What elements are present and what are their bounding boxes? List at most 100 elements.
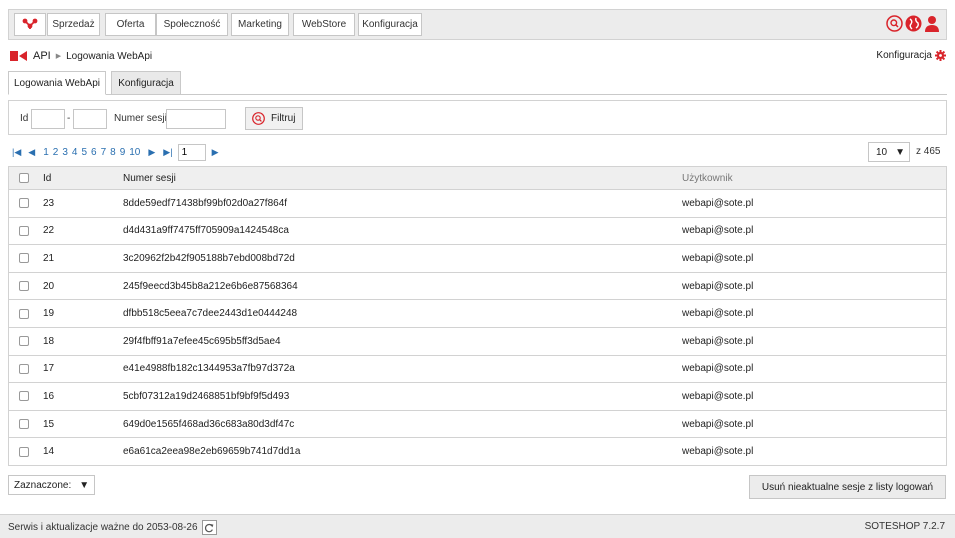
config-link[interactable]: Konfiguracja xyxy=(876,50,946,61)
home-logo-button[interactable] xyxy=(14,13,46,36)
table-row[interactable]: 15 649d0e1565f468ad36c683a80d3df47c weba… xyxy=(9,410,946,439)
table-row[interactable]: 20 245f9eecd3b45b8a212e6b6e87568364 weba… xyxy=(9,272,946,301)
page-link[interactable]: 6 xyxy=(91,147,97,158)
page-link[interactable]: 1 xyxy=(43,147,49,158)
row-checkbox[interactable] xyxy=(19,218,29,245)
row-session[interactable]: 29f4fbff91a7efee45c695b5ff3d5ae4 xyxy=(123,328,281,355)
nav-item-sprzedaz[interactable]: Sprzedaż xyxy=(47,13,100,36)
row-user: webapi@sote.pl xyxy=(682,418,754,430)
row-id: 23 xyxy=(43,197,55,209)
filter-button-label: Filtruj xyxy=(271,113,296,124)
id-from-input[interactable] xyxy=(31,109,65,129)
refresh-button[interactable] xyxy=(201,520,217,535)
table-row[interactable]: 22 d4d431a9ff7475ff705909a1424548ca weba… xyxy=(9,217,946,246)
pagination: |◀ ◀ 1 2 3 4 5 6 7 8 9 10 ▶ ▶| ▶ xyxy=(12,144,218,161)
row-checkbox[interactable] xyxy=(19,356,29,383)
page-link[interactable]: 10 xyxy=(129,147,140,158)
row-session[interactable]: e41e4988fb182c1344953a7fb97d372a xyxy=(123,356,295,383)
row-checkbox[interactable] xyxy=(19,245,29,272)
purge-sessions-button[interactable]: Usuń nieaktualne sesje z listy logowań xyxy=(749,475,946,499)
table-row[interactable]: 21 3c20962f2b42f905188b7ebd008bd72d weba… xyxy=(9,245,946,273)
breadcrumb-separator-icon: ▶ xyxy=(55,53,62,60)
row-session[interactable]: dfbb518c5eea7c7dee2443d1e0444248 xyxy=(123,300,297,327)
row-session[interactable]: 8dde59edf71438bf99bf02d0a27f864f xyxy=(123,190,287,217)
row-session[interactable]: 649d0e1565f468ad36c683a80d3df47c xyxy=(123,411,294,438)
row-session[interactable]: e6a61ca2eea98e2eb69659b741d7dd1a xyxy=(123,438,300,465)
column-header-user[interactable]: Użytkownik xyxy=(682,167,733,189)
column-header-session[interactable]: Numer sesji xyxy=(123,167,176,189)
table-row[interactable]: 23 8dde59edf71438bf99bf02d0a27f864f weba… xyxy=(9,190,946,218)
table-row[interactable]: 19 dfbb518c5eea7c7dee2443d1e0444248 weba… xyxy=(9,300,946,328)
prev-page-icon[interactable]: ◀ xyxy=(28,147,35,158)
first-page-icon[interactable]: |◀ xyxy=(12,147,21,158)
table-row[interactable]: 14 e6a61ca2eea98e2eb69659b741d7dd1a weba… xyxy=(9,438,946,466)
tab-konfiguracja[interactable]: Konfiguracja xyxy=(111,71,181,95)
service-info: Serwis i aktualizacje ważne do 2053-08-2… xyxy=(8,520,217,535)
row-checkbox[interactable] xyxy=(19,273,29,300)
row-id: 16 xyxy=(43,390,55,402)
chevron-down-icon: ▼ xyxy=(79,479,90,491)
breadcrumb: API ▶ Logowania WebApi xyxy=(10,50,152,62)
filter-panel: Id - Numer sesji Filtruj xyxy=(8,100,947,135)
tab-logowania-webapi[interactable]: Logowania WebApi xyxy=(8,71,106,95)
nav-item-spolecznosc[interactable]: Społeczność xyxy=(156,13,228,36)
row-user: webapi@sote.pl xyxy=(682,308,754,320)
nav-item-oferta[interactable]: Oferta xyxy=(105,13,156,36)
go-page-icon[interactable]: ▶ xyxy=(212,147,219,158)
row-checkbox[interactable] xyxy=(19,300,29,327)
row-id: 22 xyxy=(43,225,55,237)
page-link[interactable]: 2 xyxy=(53,147,59,158)
row-session[interactable]: 245f9eecd3b45b8a212e6b6e87568364 xyxy=(123,273,298,300)
breadcrumb-current: Logowania WebApi xyxy=(66,50,153,62)
api-module-icon xyxy=(10,51,27,61)
row-checkbox[interactable] xyxy=(19,328,29,355)
search-icon[interactable] xyxy=(886,15,903,32)
row-session[interactable]: 3c20962f2b42f905188b7ebd008bd72d xyxy=(123,245,295,272)
row-checkbox[interactable] xyxy=(19,411,29,438)
nav-item-konfiguracja[interactable]: Konfiguracja xyxy=(358,13,422,36)
next-page-icon[interactable]: ▶ xyxy=(148,147,155,158)
nav-item-webstore[interactable]: WebStore xyxy=(293,13,355,36)
bulk-action-select[interactable]: Zaznaczone: ▼ xyxy=(8,475,95,495)
row-user: webapi@sote.pl xyxy=(682,197,754,209)
select-all-checkbox[interactable] xyxy=(19,167,29,189)
row-id: 15 xyxy=(43,418,55,430)
page-link[interactable]: 8 xyxy=(110,147,116,158)
service-text: Serwis i aktualizacje ważne do 2053-08-2… xyxy=(8,522,198,533)
row-session[interactable]: d4d431a9ff7475ff705909a1424548ca xyxy=(123,218,289,245)
gear-icon xyxy=(935,50,946,61)
last-page-icon[interactable]: ▶| xyxy=(163,147,172,158)
breadcrumb-root[interactable]: API xyxy=(33,50,51,62)
nav-item-marketing[interactable]: Marketing xyxy=(231,13,289,36)
page-number-input[interactable] xyxy=(177,144,206,161)
search-icon xyxy=(252,112,265,125)
per-page-value: 10 xyxy=(876,146,888,158)
row-checkbox[interactable] xyxy=(19,383,29,410)
page-link[interactable]: 3 xyxy=(62,147,68,158)
row-checkbox[interactable] xyxy=(19,190,29,217)
row-user: webapi@sote.pl xyxy=(682,280,754,292)
table-row[interactable]: 18 29f4fbff91a7efee45c695b5ff3d5ae4 weba… xyxy=(9,327,946,356)
version-label: SOTESHOP 7.2.7 xyxy=(864,521,945,532)
column-header-id[interactable]: Id xyxy=(43,167,51,189)
page-link[interactable]: 5 xyxy=(81,147,87,158)
user-icon[interactable] xyxy=(924,15,940,32)
status-bar: Serwis i aktualizacje ważne do 2053-08-2… xyxy=(0,514,955,538)
row-user: webapi@sote.pl xyxy=(682,363,754,375)
top-nav-bar: Sprzedaż Oferta Społeczność Marketing We… xyxy=(8,9,947,40)
config-link-label: Konfiguracja xyxy=(876,50,932,61)
table-row[interactable]: 17 e41e4988fb182c1344953a7fb97d372a weba… xyxy=(9,355,946,384)
filter-button[interactable]: Filtruj xyxy=(245,107,303,130)
page-link[interactable]: 4 xyxy=(72,147,78,158)
id-to-input[interactable] xyxy=(73,109,107,129)
page-link[interactable]: 9 xyxy=(120,147,126,158)
row-id: 17 xyxy=(43,363,55,375)
row-id: 14 xyxy=(43,446,55,458)
per-page-select[interactable]: 10 ▼ xyxy=(868,142,910,162)
globe-icon[interactable] xyxy=(905,15,922,32)
row-checkbox[interactable] xyxy=(19,438,29,465)
page-link[interactable]: 7 xyxy=(101,147,107,158)
row-session[interactable]: 5cbf07312a19d2468851bf9bf9f5d493 xyxy=(123,383,289,410)
table-row[interactable]: 16 5cbf07312a19d2468851bf9bf9f5d493 weba… xyxy=(9,383,946,411)
session-number-input[interactable] xyxy=(166,109,226,129)
